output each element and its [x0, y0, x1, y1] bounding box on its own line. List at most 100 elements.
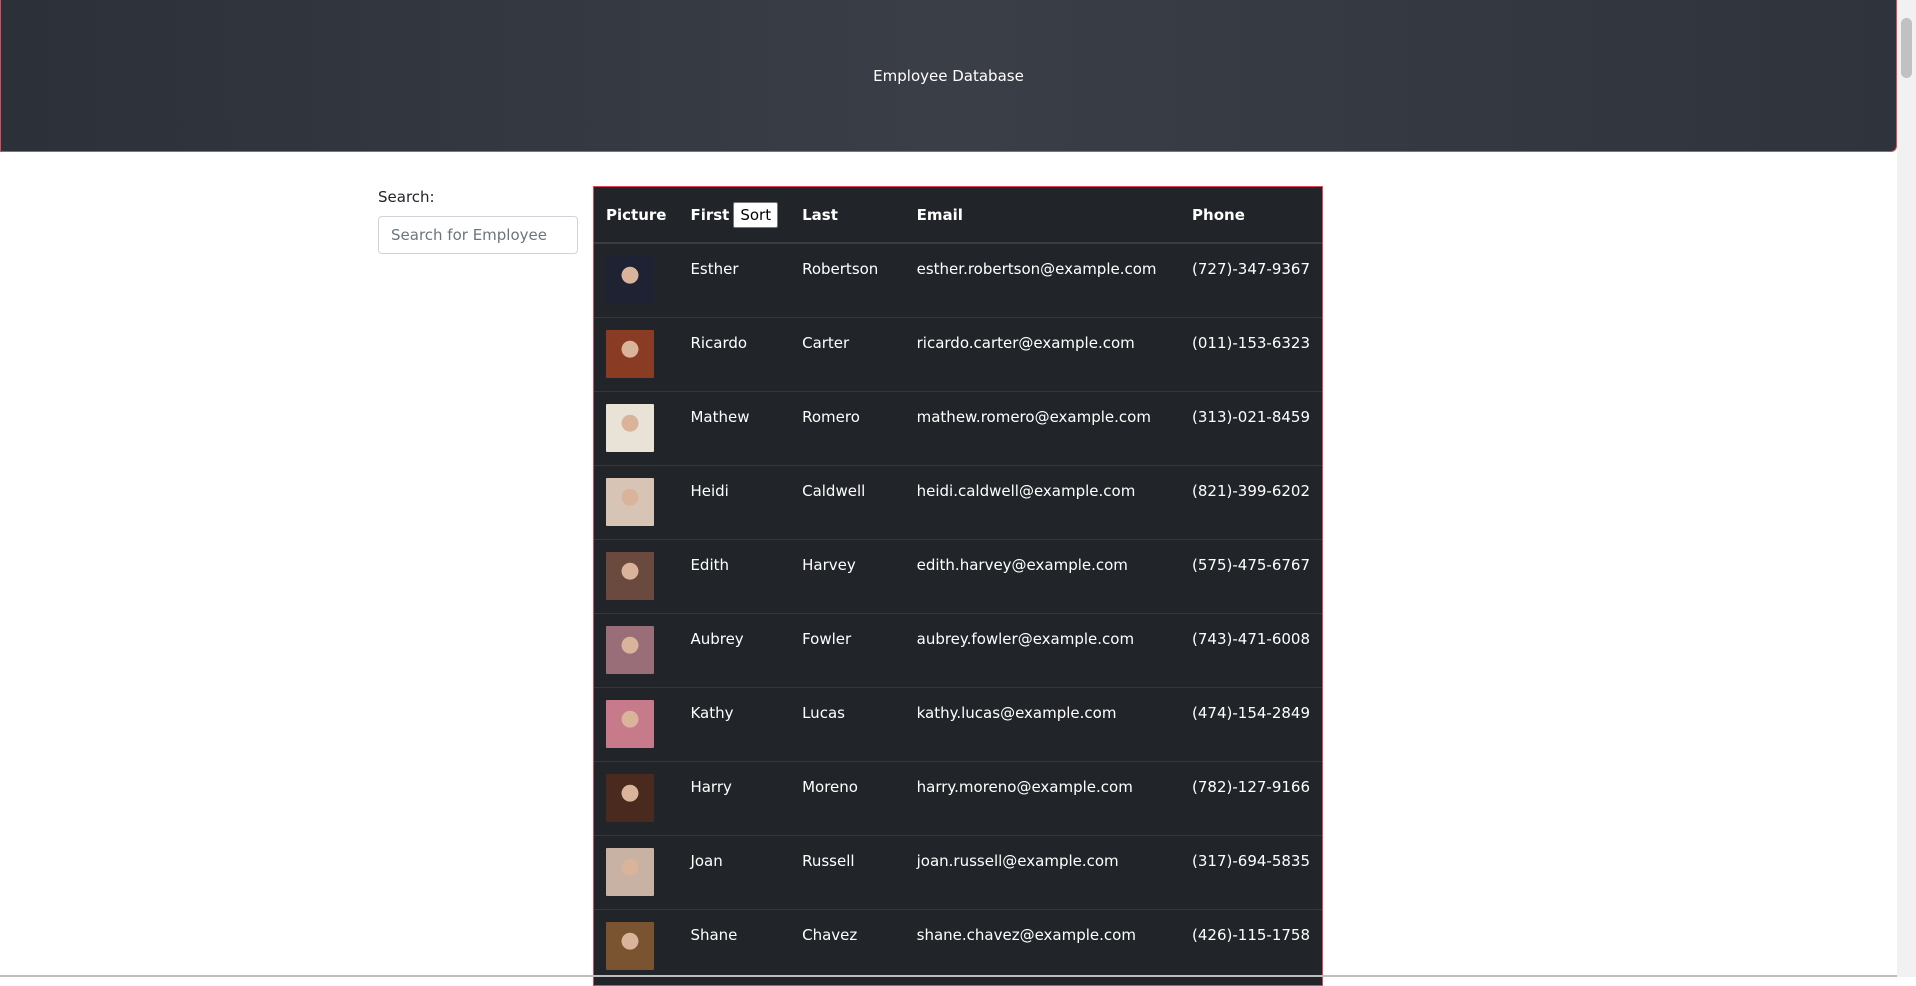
cell-email: aubrey.fowler@example.com	[904, 613, 1181, 688]
cell-first-name: Heidi	[678, 465, 791, 540]
cell-phone-text: (426)-115-1758	[1192, 926, 1310, 944]
cell-last-name-text: Carter	[802, 334, 850, 352]
cell-email: ricardo.carter@example.com	[904, 317, 1181, 392]
cell-first-name-text: Aubrey	[690, 630, 744, 648]
cell-first-name-text: Heidi	[690, 482, 729, 500]
cell-email-text: harry.moreno@example.com	[916, 778, 1133, 796]
cell-email: esther.robertson@example.com	[904, 242, 1181, 318]
cell-email-text: aubrey.fowler@example.com	[916, 630, 1135, 648]
cell-email-text: heidi.caldwell@example.com	[916, 482, 1136, 500]
cell-phone-text: (782)-127-9166	[1192, 778, 1310, 796]
cell-email-text: edith.harvey@example.com	[916, 556, 1128, 574]
cell-phone: (821)-399-6202	[1180, 465, 1322, 540]
employee-avatar	[606, 552, 654, 600]
cell-first-name-text: Edith	[690, 556, 730, 574]
employee-avatar	[606, 256, 654, 304]
employee-avatar	[606, 848, 654, 896]
cell-first-name: Aubrey	[678, 613, 791, 688]
cell-phone-text: (317)-694-5835	[1192, 852, 1310, 870]
cell-email: mathew.romero@example.com	[904, 391, 1181, 466]
cell-first-name-text: Joan	[690, 852, 723, 870]
cell-phone: (782)-127-9166	[1180, 761, 1322, 836]
cell-email-text: shane.chavez@example.com	[916, 926, 1136, 944]
table-row: Harry Moreno harry.moreno@example.com (782)…	[594, 761, 1322, 836]
cell-last-name-text: Caldwell	[802, 482, 866, 500]
table-row: Shane Chavez shane.chavez@example.com (426)…	[594, 909, 1322, 983]
cell-last-name: Harvey	[790, 539, 905, 614]
cell-last-name-text: Robertson	[802, 260, 879, 278]
cell-last-name-text: Russell	[802, 852, 855, 870]
cell-first-name-text: Harry	[690, 778, 732, 796]
vertical-scrollbar[interactable]	[1897, 0, 1916, 977]
cell-picture	[594, 835, 679, 910]
cell-phone-text: (575)-475-6767	[1192, 556, 1310, 574]
cell-first-name: Esther	[678, 242, 791, 318]
cell-email-text: ricardo.carter@example.com	[916, 334, 1135, 352]
sort-button[interactable]: Sort	[733, 201, 779, 228]
cell-phone: (727)-347-9367	[1180, 242, 1322, 318]
cell-last-name: Lucas	[790, 687, 905, 762]
table-header-row: Picture First Sort Last Email Phone	[594, 187, 1322, 244]
table-row: Aubrey Fowler aubrey.fowler@example.com (74…	[594, 613, 1322, 688]
cell-phone-text: (474)-154-2849	[1192, 704, 1310, 722]
table-row: Mathew Romero mathew.romero@example.com (31…	[594, 391, 1322, 466]
cell-email: shane.chavez@example.com	[904, 909, 1181, 983]
cell-last-name: Robertson	[790, 242, 905, 318]
cell-phone: (426)-115-1758	[1180, 909, 1322, 983]
search-label: Search:	[378, 188, 435, 206]
cell-picture	[594, 687, 679, 762]
employee-avatar	[606, 922, 654, 970]
scrollbar-thumb[interactable]	[1901, 18, 1912, 78]
search-panel: Search:	[378, 188, 578, 254]
table-row: Ricardo Carter ricardo.carter@example.com (…	[594, 317, 1322, 392]
cell-last-name: Carter	[790, 317, 905, 392]
cell-email: kathy.lucas@example.com	[904, 687, 1181, 762]
cell-first-name-text: Shane	[690, 926, 738, 944]
table-row: Heidi Caldwell heidi.caldwell@example.com (…	[594, 465, 1322, 540]
cell-last-name: Romero	[790, 391, 905, 466]
cell-email: joan.russell@example.com	[904, 835, 1181, 910]
table-header: Picture First Sort Last Email Phone	[594, 187, 1322, 244]
cell-picture	[594, 242, 679, 318]
cell-email-text: esther.robertson@example.com	[916, 260, 1157, 278]
search-input[interactable]	[378, 216, 578, 254]
column-header-email: Email	[904, 187, 1181, 244]
cell-phone-text: (313)-021-8459	[1192, 408, 1310, 426]
cell-picture	[594, 613, 679, 688]
column-header-first-label: First	[690, 205, 730, 224]
cell-picture	[594, 317, 679, 392]
cell-phone-text: (821)-399-6202	[1192, 482, 1310, 500]
cell-email: edith.harvey@example.com	[904, 539, 1181, 614]
cell-picture	[594, 391, 679, 466]
page-header: Employee Database	[0, 0, 1897, 152]
employee-avatar	[606, 626, 654, 674]
employee-avatar	[606, 478, 654, 526]
cell-last-name-text: Lucas	[802, 704, 845, 722]
table-body: Esther Robertson esther.robertson@example.…	[594, 242, 1322, 983]
cell-phone: (474)-154-2849	[1180, 687, 1322, 762]
employee-avatar	[606, 774, 654, 822]
employee-avatar	[606, 330, 654, 378]
cell-email-text: kathy.lucas@example.com	[916, 704, 1117, 722]
cell-last-name: Fowler	[790, 613, 905, 688]
cell-picture	[594, 465, 679, 540]
cell-email: harry.moreno@example.com	[904, 761, 1181, 836]
table-row: Kathy Lucas kathy.lucas@example.com (474)-1…	[594, 687, 1322, 762]
cell-last-name-text: Moreno	[802, 778, 858, 796]
cell-last-name: Moreno	[790, 761, 905, 836]
cell-first-name-text: Kathy	[690, 704, 734, 722]
cell-first-name: Mathew	[678, 391, 791, 466]
employee-table-container: Picture First Sort Last Email Phone Esthe…	[593, 186, 1323, 986]
cell-email-text: mathew.romero@example.com	[916, 408, 1151, 426]
employee-avatar	[606, 700, 654, 748]
cell-picture	[594, 539, 679, 614]
cell-picture	[594, 761, 679, 836]
cell-phone: (313)-021-8459	[1180, 391, 1322, 466]
table-row: Joan Russell joan.russell@example.com (317)…	[594, 835, 1322, 910]
column-header-phone: Phone	[1180, 187, 1322, 244]
table-row: Edith Harvey edith.harvey@example.com (575)…	[594, 539, 1322, 614]
cell-first-name: Kathy	[678, 687, 791, 762]
employee-avatar	[606, 404, 654, 452]
cell-last-name-text: Romero	[802, 408, 860, 426]
cell-phone: (317)-694-5835	[1180, 835, 1322, 910]
